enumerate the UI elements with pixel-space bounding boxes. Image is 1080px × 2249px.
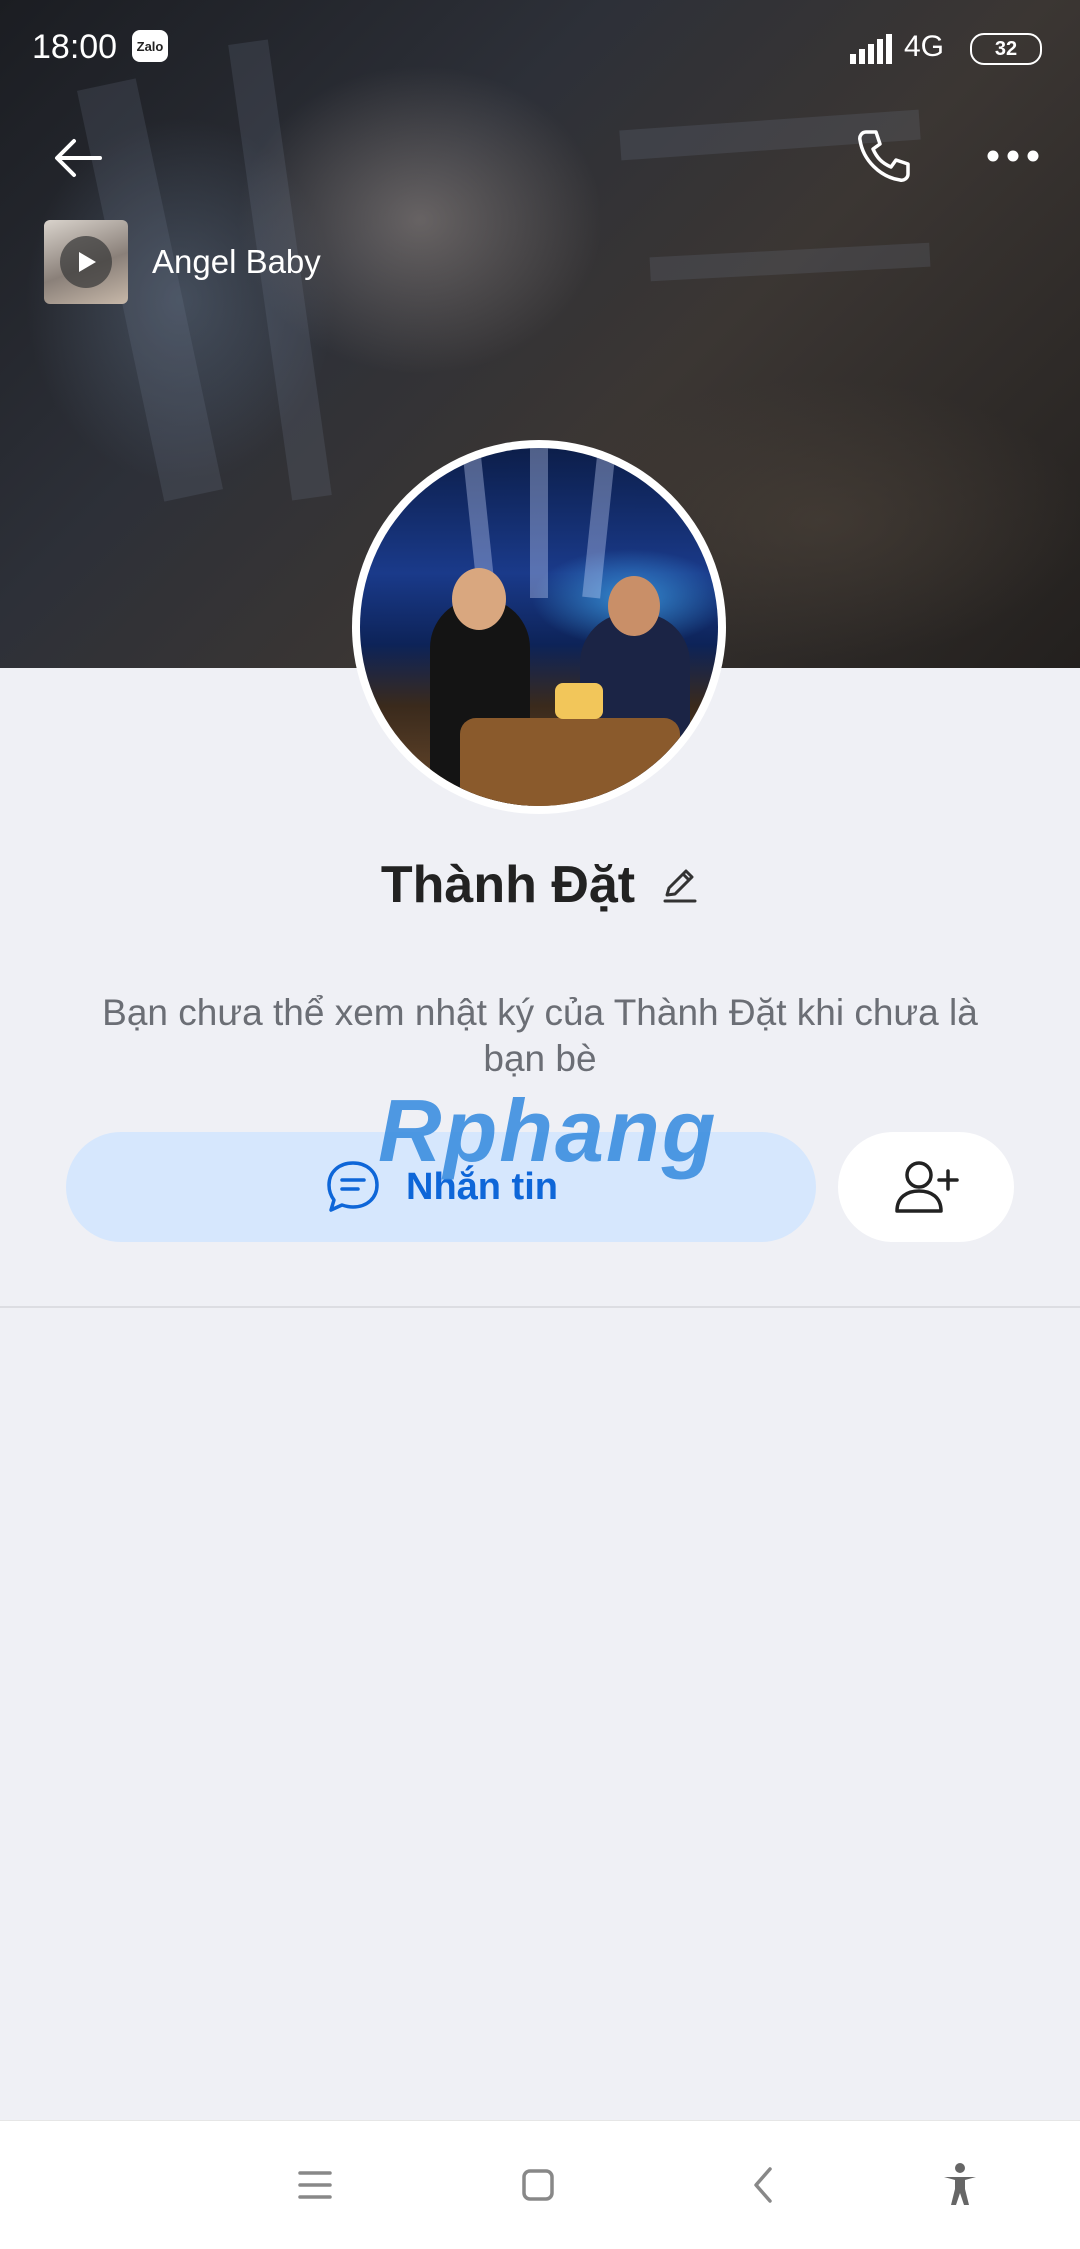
network-type: 4G [904,30,945,63]
music-title: Angel Baby [152,243,321,280]
user-plus-icon [895,1161,959,1213]
pencil-icon[interactable] [659,865,699,905]
zalo-notification-icon: Zalo [132,30,168,62]
system-navigation-bar [0,2120,1080,2249]
more-horizontal-icon [987,150,1039,162]
profile-avatar[interactable] [352,440,726,814]
play-icon [79,252,96,272]
call-button[interactable] [852,124,916,188]
back-button[interactable] [48,128,108,188]
chat-bubble-icon [327,1161,379,1212]
profile-name: Thành Đặt [380,856,636,914]
signal-icon [850,34,892,64]
watermark-logo: Rphang [378,1081,718,1180]
music-thumbnail [44,220,128,304]
home-square-icon[interactable] [512,2159,564,2211]
battery-icon: 32 [970,33,1042,65]
chevron-left-icon[interactable] [738,2159,790,2211]
privacy-notice: Bạn chưa thể xem nhật ký của Thành Đặt k… [102,992,978,1079]
menu-icon[interactable] [288,2159,340,2211]
status-time: 18:00 [32,28,118,66]
avatar-image [360,448,718,806]
phone-icon [858,130,910,182]
section-divider [0,1306,1080,1308]
accessibility-icon[interactable] [934,2159,986,2211]
play-button[interactable] [60,236,112,288]
profile-music[interactable]: Angel Baby [44,220,321,304]
profile-name-row: Thành Đặt [0,855,1080,915]
arrow-left-icon [55,139,102,177]
add-friend-button[interactable] [838,1132,1014,1242]
more-options-button[interactable] [985,128,1041,184]
status-bar: 18:00 Zalo 4G 32 [0,0,1080,96]
